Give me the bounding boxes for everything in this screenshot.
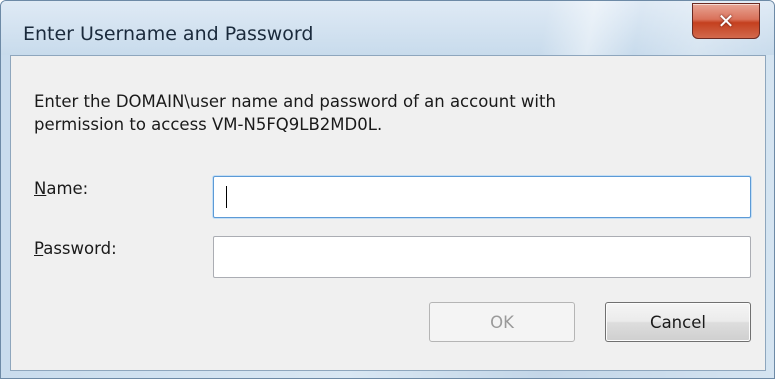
- dialog-window: Enter Username and Password ✕ Enter the …: [0, 0, 775, 379]
- name-input[interactable]: [213, 176, 751, 218]
- dialog-body: Enter the DOMAIN\user name and password …: [10, 55, 766, 371]
- close-button[interactable]: ✕: [692, 3, 760, 39]
- title-bar[interactable]: Enter Username and Password ✕: [1, 1, 774, 55]
- text-caret: [226, 186, 227, 208]
- name-label-text: ame:: [46, 179, 89, 198]
- password-input[interactable]: [213, 236, 751, 278]
- instruction-text: Enter the DOMAIN\user name and password …: [34, 90, 734, 136]
- instruction-line-1: Enter the DOMAIN\user name and password …: [34, 92, 556, 111]
- password-label-text: assword:: [43, 239, 117, 258]
- name-label-accelerator: N: [34, 179, 47, 198]
- password-label-accelerator: P: [34, 239, 44, 258]
- close-icon: ✕: [717, 9, 735, 33]
- ok-button[interactable]: OK: [429, 302, 575, 342]
- instruction-line-2: permission to access VM-N5FQ9LB2MD0L.: [34, 115, 383, 134]
- name-label: Name:: [34, 179, 88, 198]
- cancel-button[interactable]: Cancel: [605, 302, 751, 342]
- password-label: Password:: [34, 239, 117, 258]
- window-title: Enter Username and Password: [23, 23, 314, 45]
